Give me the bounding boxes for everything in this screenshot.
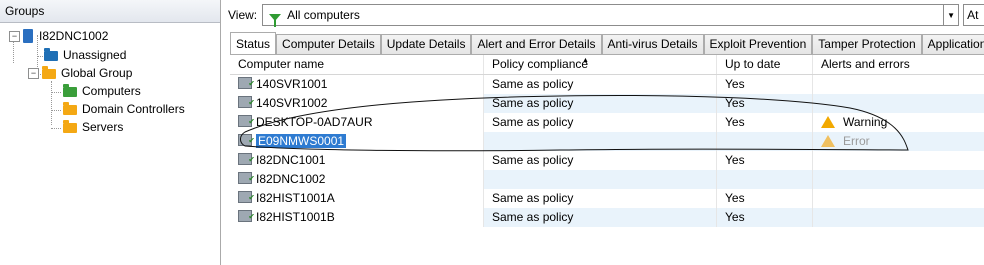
view-select[interactable]: All computers bbox=[262, 4, 945, 27]
computer-icon bbox=[238, 112, 255, 131]
filter-icon bbox=[269, 13, 282, 27]
uptodate-cell bbox=[717, 132, 813, 151]
alert-cell bbox=[813, 208, 984, 227]
uptodate-cell bbox=[717, 170, 813, 189]
uptodate-cell: Yes bbox=[717, 189, 813, 208]
collapse-icon[interactable]: − bbox=[28, 67, 39, 79]
tree-item-label: Servers bbox=[82, 120, 124, 134]
computer-icon bbox=[238, 74, 255, 93]
computer-icon bbox=[238, 131, 255, 150]
view-extra-select[interactable]: At bbox=[963, 4, 984, 26]
policy-cell: Same as policy bbox=[484, 113, 717, 132]
computers-table: Computer name Policy compliance Up to da… bbox=[230, 54, 984, 227]
tab-status[interactable]: Status bbox=[230, 32, 277, 55]
tree-item-unassigned[interactable]: Unassigned bbox=[44, 46, 126, 64]
error-icon bbox=[821, 135, 835, 147]
tree-item-label: Unassigned bbox=[63, 48, 127, 62]
tree-item-label: I82DNC1002 bbox=[39, 29, 109, 43]
uptodate-cell: Yes bbox=[717, 151, 813, 170]
tree-item-root[interactable]: − I82DNC1002 bbox=[9, 27, 108, 45]
tab-strip: Status Computer Details Update Details A… bbox=[230, 32, 984, 55]
tab-exploit-prevention[interactable]: Exploit Prevention bbox=[703, 34, 813, 54]
warning-icon bbox=[821, 116, 835, 128]
computer-icon bbox=[238, 188, 255, 207]
table-row[interactable]: DESKTOP-0AD7AUR Same as policy Yes Warni… bbox=[230, 112, 984, 132]
alert-cell bbox=[813, 75, 984, 94]
tree-item-domain-controllers[interactable]: Domain Controllers bbox=[63, 100, 185, 118]
tree-item-servers[interactable]: Servers bbox=[63, 118, 123, 136]
computer-name: I82HIST1001A bbox=[256, 191, 335, 205]
computer-name: 140SVR1001 bbox=[256, 77, 328, 91]
table-row[interactable]: 140SVR1001 Same as policy Yes bbox=[230, 74, 984, 94]
policy-cell: Same as policy bbox=[484, 189, 717, 208]
collapse-icon[interactable]: − bbox=[9, 30, 20, 42]
groups-header: Groups bbox=[0, 0, 220, 23]
column-header-up-to-date[interactable]: Up to date bbox=[717, 55, 813, 74]
alert-cell bbox=[813, 94, 984, 113]
computer-name-selected: E09NMWS0001 bbox=[256, 134, 347, 148]
server-icon bbox=[23, 29, 33, 43]
folder-icon bbox=[63, 120, 77, 133]
tab-computer-details[interactable]: Computer Details bbox=[276, 34, 381, 54]
main-pane: View: All computers ▼ At Status Computer… bbox=[228, 0, 984, 265]
uptodate-cell: Yes bbox=[717, 208, 813, 227]
policy-cell: Same as policy bbox=[484, 75, 717, 94]
column-header-computer-name[interactable]: Computer name bbox=[230, 55, 484, 74]
groups-pane: Groups − I82DNC1002 Unassigned − Global … bbox=[0, 0, 221, 265]
table-row[interactable]: I82HIST1001A Same as policy Yes bbox=[230, 188, 984, 208]
tree-item-label: Domain Controllers bbox=[82, 102, 185, 116]
alert-cell bbox=[813, 189, 984, 208]
tree-item-label: Computers bbox=[82, 84, 141, 98]
alert-cell: Warning bbox=[813, 113, 984, 132]
computer-icon bbox=[238, 93, 255, 112]
folder-icon bbox=[63, 102, 77, 115]
policy-cell: Same as policy bbox=[484, 208, 717, 227]
tree-item-computers[interactable]: Computers bbox=[63, 82, 141, 100]
table-row[interactable]: I82HIST1001B Same as policy Yes bbox=[230, 207, 984, 227]
view-value: All computers bbox=[287, 8, 360, 22]
tab-application[interactable]: Application bbox=[921, 34, 984, 54]
alert-text: Warning bbox=[843, 115, 888, 129]
uptodate-cell: Yes bbox=[717, 113, 813, 132]
tab-alert-error-details[interactable]: Alert and Error Details bbox=[471, 34, 602, 54]
tree-item-global-group[interactable]: − Global Group bbox=[28, 64, 132, 82]
folder-icon bbox=[42, 66, 56, 79]
view-row: View: All computers ▼ At bbox=[228, 4, 984, 27]
alert-cell: Error bbox=[813, 132, 984, 151]
policy-cell: Same as policy bbox=[484, 151, 717, 170]
table-row[interactable]: I82DNC1001 Same as policy Yes bbox=[230, 150, 984, 170]
computer-name: 140SVR1002 bbox=[256, 96, 328, 110]
column-header-alerts-errors[interactable]: Alerts and errors bbox=[813, 55, 984, 74]
view-label: View: bbox=[228, 8, 258, 22]
table-row[interactable]: E09NMWS0001 Error bbox=[230, 131, 984, 151]
computer-icon bbox=[238, 150, 255, 169]
sort-ascending-icon: ▲ bbox=[582, 57, 589, 64]
computer-icon bbox=[238, 207, 255, 226]
computer-name: I82DNC1002 bbox=[256, 172, 326, 186]
computer-name: DESKTOP-0AD7AUR bbox=[256, 115, 373, 129]
uptodate-cell: Yes bbox=[717, 75, 813, 94]
column-header-policy-compliance[interactable]: Policy compliance bbox=[484, 55, 717, 74]
tab-update-details[interactable]: Update Details bbox=[380, 34, 472, 54]
table-row[interactable]: 140SVR1002 Same as policy Yes bbox=[230, 93, 984, 113]
folder-icon bbox=[44, 48, 58, 61]
table-row[interactable]: I82DNC1002 bbox=[230, 169, 984, 189]
alert-cell bbox=[813, 151, 984, 170]
computer-icon bbox=[238, 169, 255, 188]
uptodate-cell: Yes bbox=[717, 94, 813, 113]
chevron-down-icon[interactable]: ▼ bbox=[944, 4, 960, 26]
policy-cell bbox=[484, 170, 717, 189]
alert-cell bbox=[813, 170, 984, 189]
computer-name: I82HIST1001B bbox=[256, 210, 335, 224]
policy-cell bbox=[484, 132, 717, 151]
alert-text: Error bbox=[843, 134, 870, 148]
computer-name: I82DNC1001 bbox=[256, 153, 326, 167]
folder-icon bbox=[63, 84, 77, 97]
tab-antivirus-details[interactable]: Anti-virus Details bbox=[601, 34, 704, 54]
policy-cell: Same as policy bbox=[484, 94, 717, 113]
tab-tamper-protection[interactable]: Tamper Protection bbox=[812, 34, 922, 54]
table-header: Computer name Policy compliance Up to da… bbox=[230, 55, 984, 75]
tree-item-label: Global Group bbox=[61, 66, 133, 80]
